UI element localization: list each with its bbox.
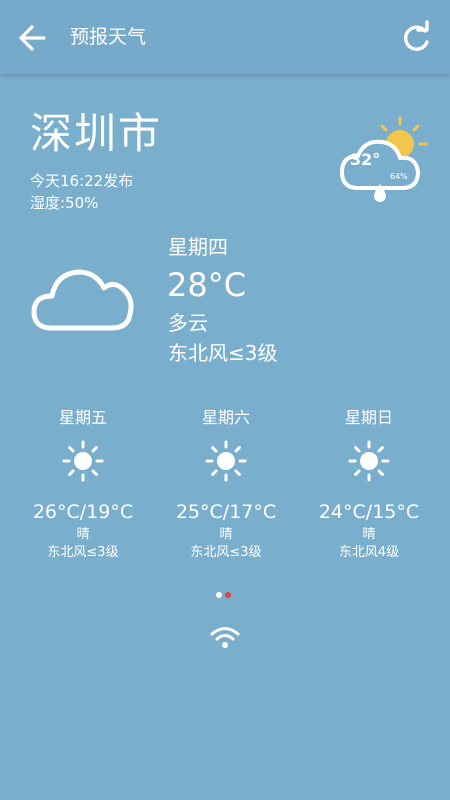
forecast-wind: 东北风≤3级 bbox=[190, 545, 262, 560]
today-temperature: 28°C bbox=[167, 266, 247, 304]
back-button[interactable] bbox=[14, 18, 54, 58]
sun-cloud-rain-icon bbox=[340, 116, 428, 202]
cloud-icon bbox=[31, 269, 134, 331]
refresh-icon bbox=[404, 20, 429, 51]
forecast-temperature: 25°C/17°C bbox=[175, 501, 277, 523]
forecast-weekday: 星期五 bbox=[58, 408, 107, 427]
sun-icon bbox=[348, 440, 390, 482]
page-title: 预报天气 bbox=[70, 26, 147, 48]
forecast-day-3: 星期日 24°C/15°C 晴 东北风4级 bbox=[294, 406, 444, 562]
widget-humidity: 64% bbox=[390, 172, 408, 181]
forecast-day-1: 星期五 26°C/19°C 晴 东北风≤3级 bbox=[8, 406, 158, 562]
refresh-button[interactable] bbox=[396, 18, 436, 58]
humidity-text: 湿度:50% bbox=[30, 194, 99, 212]
publish-time: 今天16:22发布 bbox=[30, 172, 134, 190]
today-wind: 东北风≤3级 bbox=[168, 341, 278, 365]
page-dot[interactable] bbox=[216, 592, 222, 598]
forecast-temperature: 24°C/15°C bbox=[318, 501, 420, 523]
forecast-weekday: 星期六 bbox=[201, 408, 250, 427]
widget-temperature: 32° bbox=[350, 150, 381, 169]
forecast-weekday: 星期日 bbox=[344, 408, 393, 427]
today-weekday: 星期四 bbox=[168, 235, 228, 259]
wifi-icon bbox=[210, 627, 240, 648]
forecast-condition: 晴 bbox=[362, 527, 376, 542]
forecast-condition: 晴 bbox=[219, 527, 233, 542]
forecast-wind: 东北风≤3级 bbox=[47, 545, 119, 560]
sun-icon bbox=[62, 440, 104, 482]
weather-app: 预报天气 深圳市 今天16:22发布 湿度:50% 32° 64% 星期四 28… bbox=[0, 0, 450, 800]
today-condition: 多云 bbox=[168, 311, 208, 335]
sun-icon bbox=[205, 440, 247, 482]
forecast-day-2: 星期六 25°C/17°C 晴 东北风≤3级 bbox=[151, 406, 301, 562]
city-name: 深圳市 bbox=[30, 109, 163, 158]
forecast-temperature: 26°C/19°C bbox=[32, 501, 134, 523]
forecast-wind: 东北风4级 bbox=[338, 545, 400, 560]
page-dot-active[interactable] bbox=[225, 592, 231, 598]
toolbar: 预报天气 bbox=[0, 0, 450, 74]
arrow-left-icon bbox=[19, 25, 46, 51]
forecast-condition: 晴 bbox=[76, 527, 90, 542]
page-indicator bbox=[216, 592, 236, 600]
